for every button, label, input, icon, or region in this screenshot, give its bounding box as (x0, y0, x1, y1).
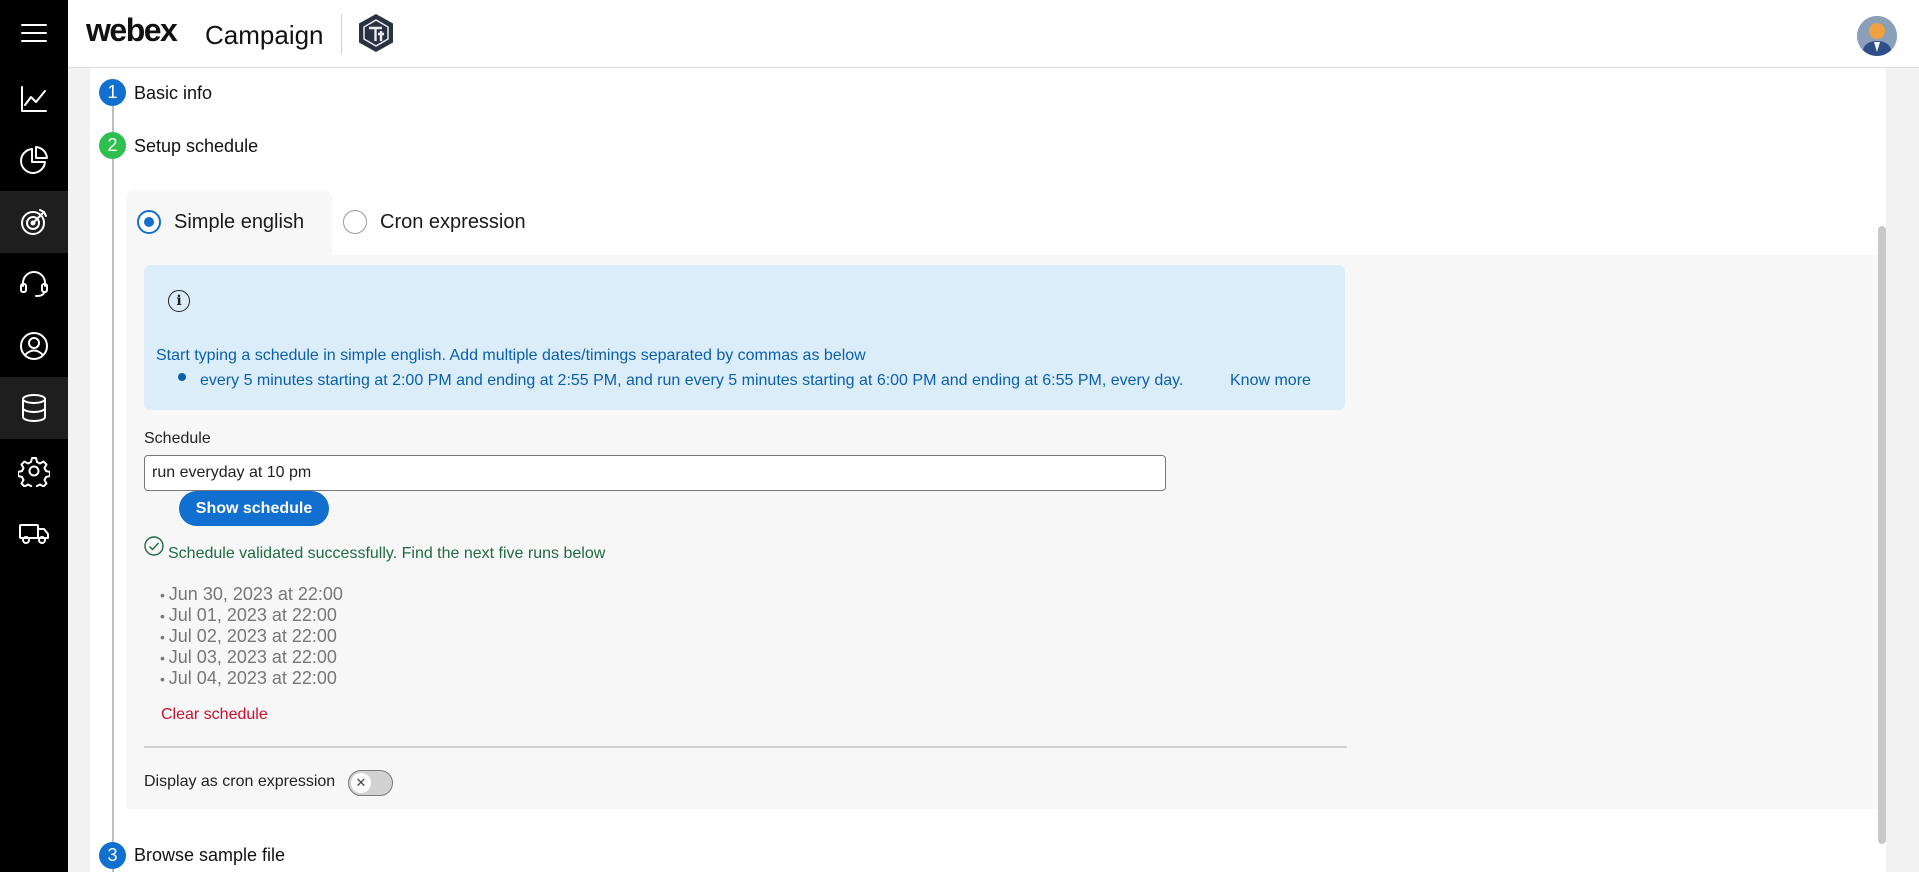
target-icon[interactable] (0, 191, 68, 253)
clear-schedule-link[interactable]: Clear schedule (161, 706, 268, 724)
truck-icon[interactable] (0, 501, 68, 563)
show-schedule-button[interactable]: Show schedule (179, 491, 329, 526)
step-3-badge: 3 (99, 842, 126, 869)
info-intro-text: Start typing a schedule in simple englis… (156, 347, 866, 364)
product-name: Campaign (205, 20, 324, 50)
header-divider (341, 14, 342, 54)
info-bullet (178, 373, 186, 381)
info-example-text: every 5 minutes starting at 2:00 PM and … (200, 372, 1184, 389)
cron-expression-radio[interactable] (343, 210, 367, 234)
list-item: Jul 04, 2023 at 22:00 (160, 668, 343, 689)
app-header: webex Campaign (68, 0, 1919, 68)
next-runs-list: Jun 30, 2023 at 22:00 Jul 01, 2023 at 22… (160, 584, 343, 689)
step-3-label[interactable]: Browse sample file (134, 845, 285, 866)
cron-expression-label[interactable]: Cron expression (380, 211, 526, 234)
cron-toggle-switch[interactable]: ✕ (348, 770, 393, 796)
validation-message: Schedule validated successfully. Find th… (168, 545, 606, 562)
simple-english-radio[interactable] (137, 210, 161, 234)
schedule-label: Schedule (144, 430, 211, 447)
gear-icon[interactable] (0, 440, 68, 502)
left-nav-rail (0, 0, 68, 872)
headset-icon[interactable] (0, 253, 68, 315)
step-1-label[interactable]: Basic info (134, 83, 212, 104)
step-2-label[interactable]: Setup schedule (134, 136, 258, 157)
check-circle-icon (144, 536, 164, 556)
user-avatar[interactable] (1857, 16, 1897, 56)
brand-name: webex (86, 12, 178, 48)
simple-english-label[interactable]: Simple english (174, 211, 304, 234)
list-item: Jul 02, 2023 at 22:00 (160, 626, 343, 647)
info-icon: i (168, 290, 190, 312)
list-item: Jul 03, 2023 at 22:00 (160, 647, 343, 668)
close-icon: ✕ (351, 773, 371, 793)
line-chart-icon[interactable] (0, 68, 68, 130)
pie-chart-icon[interactable] (0, 129, 68, 191)
vertical-scrollbar[interactable] (1878, 226, 1886, 844)
hamburger-menu-icon[interactable] (0, 2, 68, 64)
list-item: Jul 01, 2023 at 22:00 (160, 605, 343, 626)
step-2-badge: 2 (99, 132, 126, 159)
user-icon[interactable] (0, 315, 68, 377)
tenant-logo-icon (359, 14, 393, 52)
list-item: Jun 30, 2023 at 22:00 (160, 584, 343, 605)
panel-divider (144, 746, 1347, 748)
step-1-badge: 1 (99, 79, 126, 106)
cron-toggle-label: Display as cron expression (144, 773, 336, 790)
stepper-line (112, 92, 114, 872)
database-icon[interactable] (0, 377, 68, 439)
schedule-input[interactable] (144, 455, 1166, 491)
know-more-link[interactable]: Know more (1230, 372, 1311, 390)
